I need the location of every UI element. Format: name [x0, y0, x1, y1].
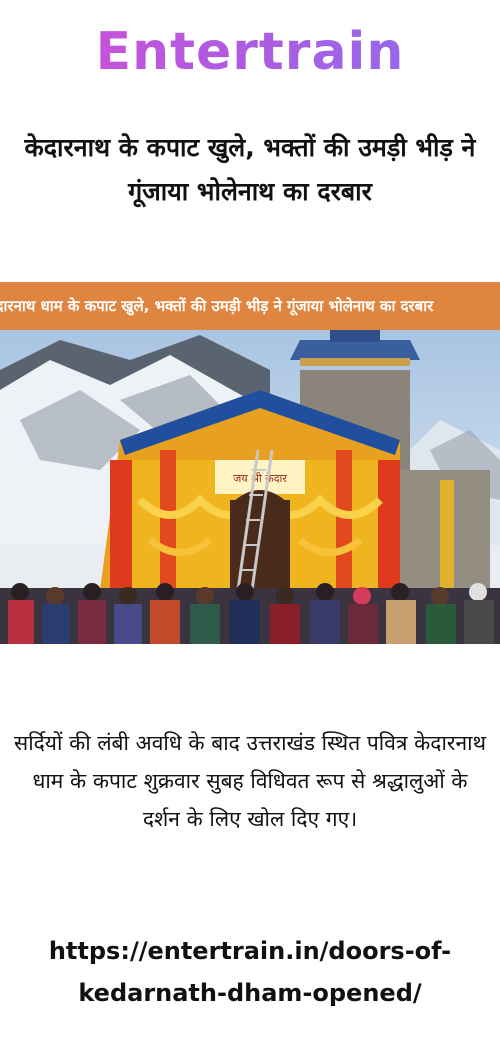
entertrain-logo: Entertrain [0, 22, 500, 82]
temple-photo: जय श्री केदार [0, 330, 500, 644]
image-banner: केदारनाथ धाम के कपाट खुले, भक्तों की उमड… [0, 282, 500, 330]
article-headline: केदारनाथ के कपाट खुले, भक्तों की उमड़ी भ… [24, 133, 476, 206]
temple-sign-text: जय श्री केदार [233, 472, 287, 485]
image-banner-text: केदारनाथ धाम के कपाट खुले, भक्तों की उमड… [0, 297, 434, 315]
article-summary: सर्दियों की लंबी अवधि के बाद उत्तराखंड स… [14, 731, 486, 831]
article-link[interactable]: https://entertrain.in/doors-of-kedarnath… [0, 930, 500, 1014]
hero-image: केदारनाथ धाम के कपाट खुले, भक्तों की उमड… [0, 282, 500, 644]
